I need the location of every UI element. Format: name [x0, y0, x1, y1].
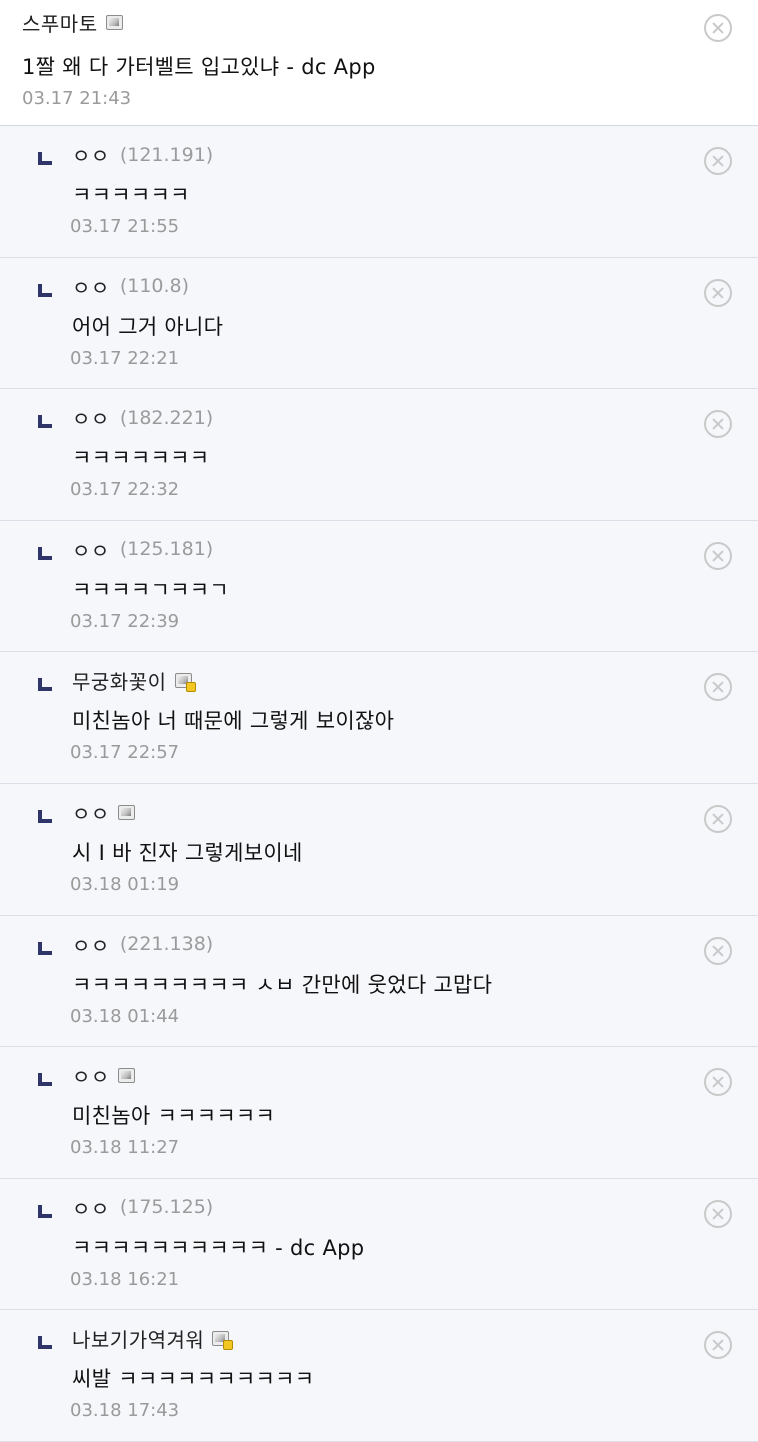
comment-date: 03.17 21:55	[70, 216, 180, 237]
reply-comment: ㅇㅇ (121.191) ㅋㅋㅋㅋㅋㅋ 03.17 21:55	[0, 126, 758, 258]
comment-meta: ㅇㅇ	[72, 798, 135, 827]
comment-ip: (175.125)	[119, 1196, 214, 1219]
reply-comment: 나보기가역겨워 씨발 ㅋㅋㅋㅋㅋㅋㅋㅋㅋㅋ 03.18 17:43	[0, 1310, 758, 1442]
reply-comment: ㅇㅇ (175.125) ㅋㅋㅋㅋㅋㅋㅋㅋㅋㅋ - dc App 03.18 1…	[0, 1178, 758, 1311]
reply-comment: ㅇㅇ (125.181) ㅋㅋㅋㅋㄱㅋㅋㄱ 03.17 22:39	[0, 520, 758, 653]
delete-icon[interactable]	[704, 1199, 732, 1228]
comment-meta: ㅇㅇ (221.138)	[72, 930, 213, 959]
comment-text: 시 I 바 진자 그렇게보이네	[72, 840, 303, 865]
delete-icon[interactable]	[704, 147, 732, 175]
comment-nickname[interactable]: ㅇㅇ	[72, 272, 110, 301]
delete-icon[interactable]	[704, 278, 732, 307]
comment-meta: ㅇㅇ (175.125)	[72, 1193, 213, 1222]
reply-comment: 무궁화꽃이 미친놈아 너 때문에 그렇게 보이잖아 03.17 22:57	[0, 652, 758, 784]
comment-text: 미친놈아 너 때문에 그렇게 보이잖아	[72, 709, 395, 734]
comment-date: 03.18 01:44	[70, 1005, 180, 1027]
comment-meta: ㅇㅇ (110.8)	[72, 272, 189, 301]
comment-ip: (182.221)	[119, 406, 214, 429]
reply-arrow-icon	[38, 1204, 52, 1218]
comment-nickname[interactable]: ㅇㅇ	[72, 1193, 110, 1222]
gallog-icon[interactable]	[105, 15, 123, 30]
comment-meta: 스푸마토	[22, 8, 123, 37]
comment-nickname[interactable]: ㅇㅇ	[72, 798, 110, 827]
comment-list: 스푸마토 1짤 왜 다 가터벨트 입고있냐 - dc App 03.17 21:…	[0, 0, 758, 1442]
delete-icon[interactable]	[704, 410, 732, 439]
comment-meta: ㅇㅇ (121.191)	[72, 140, 213, 169]
reply-arrow-icon	[38, 1073, 52, 1087]
comment-ip: (121.191)	[119, 143, 214, 166]
reply-arrow-icon	[38, 678, 52, 692]
comment-ip: (125.181)	[119, 538, 214, 561]
comment-text: 씨발 ㅋㅋㅋㅋㅋㅋㅋㅋㅋㅋ	[72, 1367, 315, 1392]
comment-date: 03.18 16:21	[70, 1268, 180, 1290]
comment-nickname[interactable]: 나보기가역겨워	[72, 1324, 204, 1353]
reply-comment: ㅇㅇ 미친놈아 ㅋㅋㅋㅋㅋㅋ 03.18 11:27	[0, 1047, 758, 1179]
gallog-icon[interactable]	[117, 1068, 135, 1084]
comment-date: 03.17 22:57	[70, 742, 180, 764]
comment-date: 03.17 22:32	[70, 479, 180, 501]
comment-date: 03.18 17:43	[70, 1400, 180, 1422]
reply-arrow-icon	[38, 546, 52, 560]
comment-text: 미친놈아 ㅋㅋㅋㅋㅋㅋ	[72, 1104, 276, 1129]
reply-arrow-icon	[38, 415, 52, 429]
reply-comment: ㅇㅇ 시 I 바 진자 그렇게보이네 03.18 01:19	[0, 783, 758, 916]
comment-date: 03.18 11:27	[70, 1137, 180, 1159]
comment-meta: ㅇㅇ	[72, 1061, 135, 1090]
comment-ip: (110.8)	[119, 275, 190, 298]
comment-date: 03.17 22:21	[70, 347, 180, 369]
comment-nickname[interactable]: ㅇㅇ	[72, 140, 110, 169]
comment-ip: (221.138)	[119, 933, 214, 956]
delete-icon[interactable]	[704, 14, 732, 42]
reply-arrow-icon	[38, 1336, 52, 1350]
comment-nickname[interactable]: ㅇㅇ	[72, 1061, 110, 1090]
reply-comment: ㅇㅇ (110.8) 어어 그거 아니다 03.17 22:21	[0, 257, 758, 390]
delete-icon[interactable]	[704, 1331, 732, 1360]
gallog-half-icon[interactable]	[174, 673, 196, 693]
comment-text: ㅋㅋㅋㅋㄱㅋㅋㄱ	[72, 577, 229, 602]
comment-text: 어어 그거 아니다	[72, 314, 224, 339]
comment-nickname[interactable]: ㅇㅇ	[72, 535, 110, 564]
reply-arrow-icon	[38, 152, 52, 165]
comment-date: 03.17 22:39	[70, 610, 180, 632]
comment-meta: 무궁화꽃이	[72, 666, 196, 695]
comment-text: ㅋㅋㅋㅋㅋㅋ	[72, 183, 190, 207]
comment-date: 03.18 01:19	[70, 873, 180, 895]
comment-nickname[interactable]: ㅇㅇ	[72, 403, 110, 432]
comment-text: ㅋㅋㅋㅋㅋㅋㅋ	[72, 446, 210, 471]
comment-meta: 나보기가역겨워	[72, 1324, 234, 1353]
gallog-icon[interactable]	[117, 804, 135, 820]
comment-nickname[interactable]: 무궁화꽃이	[72, 666, 167, 695]
delete-icon[interactable]	[704, 804, 732, 833]
comment-meta: ㅇㅇ (182.221)	[72, 403, 213, 432]
comment-text: 1짤 왜 다 가터벨트 입고있냐 - dc App	[22, 55, 376, 79]
comment-text: ㅋㅋㅋㅋㅋㅋㅋㅋㅋㅋ - dc App	[72, 1235, 365, 1260]
comment-text: ㅋㅋㅋㅋㅋㅋㅋㅋㅋ ㅅㅂ 간만에 웃었다 고맙다	[72, 972, 493, 997]
delete-icon[interactable]	[704, 673, 732, 702]
root-comment: 스푸마토 1짤 왜 다 가터벨트 입고있냐 - dc App 03.17 21:…	[0, 0, 758, 126]
delete-icon[interactable]	[704, 936, 732, 965]
comment-date: 03.17 21:43	[22, 88, 132, 109]
comment-nickname[interactable]: ㅇㅇ	[72, 930, 110, 959]
reply-comment: ㅇㅇ (182.221) ㅋㅋㅋㅋㅋㅋㅋ 03.17 22:32	[0, 389, 758, 521]
gallog-half-icon[interactable]	[212, 1331, 234, 1351]
reply-arrow-icon	[38, 941, 52, 955]
reply-comment: ㅇㅇ (221.138) ㅋㅋㅋㅋㅋㅋㅋㅋㅋ ㅅㅂ 간만에 웃었다 고맙다 03…	[0, 915, 758, 1048]
reply-arrow-icon	[38, 809, 52, 823]
reply-arrow-icon	[38, 283, 52, 297]
comment-meta: ㅇㅇ (125.181)	[72, 535, 213, 564]
delete-icon[interactable]	[704, 541, 732, 570]
comment-nickname[interactable]: 스푸마토	[22, 8, 98, 37]
delete-icon[interactable]	[704, 1068, 732, 1097]
